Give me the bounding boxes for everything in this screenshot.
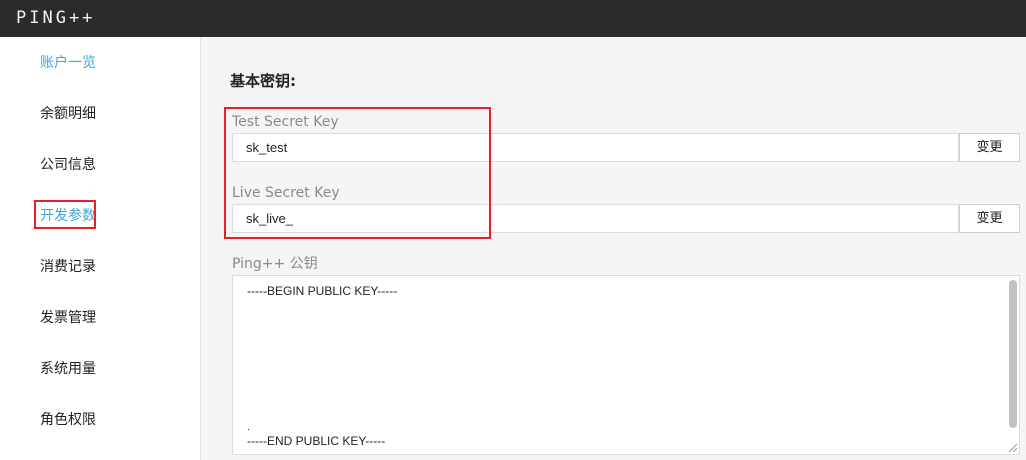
sidebar-item-role-permissions[interactable]: 角色权限: [40, 411, 96, 429]
public-key-begin-line: -----BEGIN PUBLIC KEY-----: [247, 284, 398, 298]
highlight-box-secret-keys: [224, 107, 491, 239]
section-title: 基本密钥:: [230, 72, 296, 90]
public-key-label: Ping++ 公钥: [232, 256, 318, 272]
public-key-content: .: [247, 422, 251, 433]
sidebar-item-consumption-records[interactable]: 消费记录: [40, 258, 96, 276]
scrollbar-thumb[interactable]: [1009, 280, 1017, 428]
sidebar: 账户一览 余额明细 公司信息 开发参数 消费记录 发票管理 系统用量 角色权限: [0, 37, 201, 460]
main-content: 基本密钥: Test Secret Key sk_test 变更 Live Se…: [202, 37, 1026, 460]
resize-handle-icon[interactable]: [1007, 442, 1017, 452]
textarea-scrollbar[interactable]: [1009, 280, 1017, 450]
test-key-change-button[interactable]: 变更: [959, 133, 1020, 162]
sidebar-item-account-overview[interactable]: 账户一览: [40, 54, 96, 72]
logo[interactable]: PING++: [16, 8, 95, 28]
public-key-end-line: -----END PUBLIC KEY-----: [247, 434, 386, 448]
top-bar: PING++: [0, 0, 1026, 37]
sidebar-item-invoice-management[interactable]: 发票管理: [40, 309, 96, 327]
sidebar-item-company-info[interactable]: 公司信息: [40, 156, 96, 174]
sidebar-item-balance-details[interactable]: 余额明细: [40, 105, 96, 123]
sidebar-item-system-usage[interactable]: 系统用量: [40, 360, 96, 378]
public-key-textarea[interactable]: -----BEGIN PUBLIC KEY----- . -----END PU…: [232, 275, 1020, 455]
live-key-change-button[interactable]: 变更: [959, 204, 1020, 233]
highlight-box-dev-params: [34, 200, 96, 229]
